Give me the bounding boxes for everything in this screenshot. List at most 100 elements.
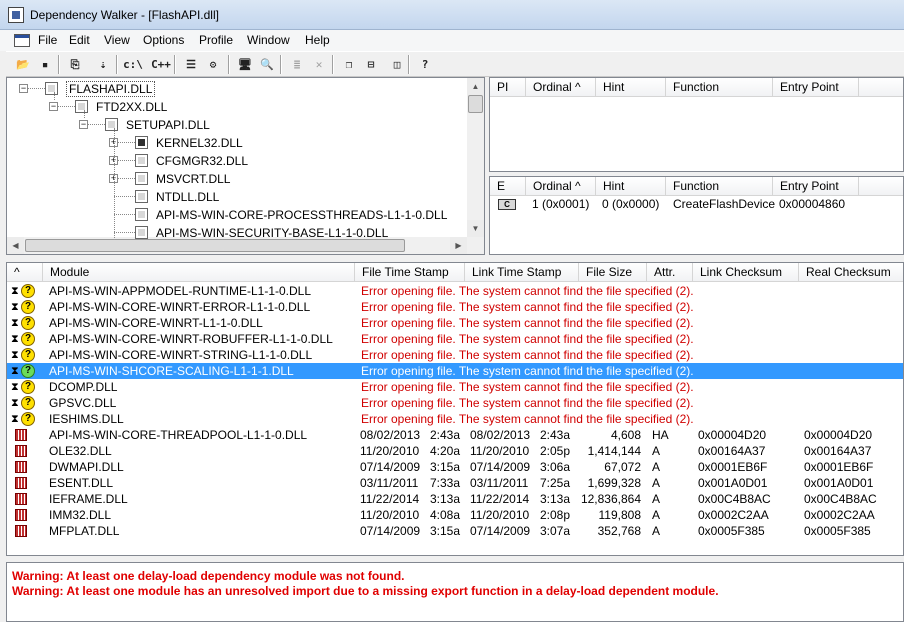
menu-profile[interactable]: Profile [199, 33, 233, 47]
module-list[interactable]: ^ Module File Time Stamp Link Time Stamp… [6, 262, 904, 556]
app-icon[interactable] [8, 7, 24, 23]
scroll-right-arrow-icon[interactable]: ▶ [450, 237, 467, 254]
tree-node[interactable]: MSVCRT.DLL [135, 170, 230, 187]
cascade-icon[interactable]: ❐ [338, 54, 360, 75]
menu-help[interactable]: Help [305, 33, 330, 47]
module-name: API-MS-WIN-CORE-WINRT-ERROR-L1-1-0.DLL [49, 300, 311, 314]
col-real-checksum[interactable]: Real Checksum [799, 263, 903, 282]
col-ordinal[interactable]: Ordinal ^ [526, 78, 596, 97]
module-row[interactable]: ⧗? API-MS-WIN-APPMODEL-RUNTIME-L1-1-0.DLL… [7, 283, 903, 299]
exports-pane[interactable]: E Ordinal ^ Hint Function Entry Point C … [489, 176, 904, 255]
collapse-node-icon[interactable]: − [79, 120, 88, 129]
tile-horizontal-icon[interactable]: ⊟ [360, 54, 382, 75]
mdi-window-icon[interactable] [14, 34, 30, 47]
module-row[interactable]: API-MS-WIN-CORE-THREADPOOL-L1-1-0.DLL 08/… [7, 427, 903, 443]
col-e[interactable]: E [490, 177, 526, 196]
module-row[interactable]: ⧗? API-MS-WIN-CORE-WINRT-STRING-L1-1-0.DL… [7, 347, 903, 363]
tree-node[interactable]: SETUPAPI.DLL [105, 116, 210, 133]
log-pane[interactable]: Warning: At least one delay-load depende… [6, 562, 904, 622]
real-checksum: 0x001A0D01 [804, 476, 874, 490]
menu-view[interactable]: View [104, 33, 130, 47]
module-list-header: ^ Module File Time Stamp Link Time Stamp… [7, 263, 903, 282]
scroll-up-arrow-icon[interactable]: ▲ [467, 78, 484, 95]
delay-load-icon: ⧗ [11, 380, 19, 393]
col-file-size[interactable]: File Size [579, 263, 647, 282]
tree-node[interactable]: API-MS-WIN-CORE-PROCESSTHREADS-L1-1-0.DL… [135, 206, 447, 223]
parent-imports-pane[interactable]: PI Ordinal ^ Hint Function Entry Point [489, 77, 904, 172]
file-date: 07/14/2009 [360, 524, 421, 538]
find-icon[interactable]: 🔍 [256, 54, 278, 75]
col-function[interactable]: Function [666, 177, 773, 196]
menu-bar: File Edit View Options Profile Window He… [0, 30, 904, 51]
delay-load-icon: ⧗ [11, 300, 19, 313]
module-name: IEFRAME.DLL [49, 492, 128, 506]
module-row[interactable]: OLE32.DLL 11/20/2010 4:20a 11/20/2010 2:05p 1… [7, 443, 903, 459]
error-message: Error opening file. The system cannot fi… [361, 380, 694, 394]
save-icon[interactable]: ▪ [34, 54, 56, 75]
attributes: A [652, 460, 661, 474]
title-bar[interactable]: Dependency Walker - [FlashAPI.dll] [0, 0, 904, 30]
system-info-icon[interactable]: 🖥 [234, 54, 256, 75]
help-icon[interactable]: ? [414, 54, 436, 75]
configure-icon[interactable]: ⚙ [202, 54, 224, 75]
tree-node[interactable]: FTD2XX.DLL [75, 98, 167, 115]
module-row[interactable]: ESENT.DLL 03/11/2011 7:33a 03/11/2011 7:25a 1… [7, 475, 903, 491]
col-attr[interactable]: Attr. [647, 263, 693, 282]
col-function[interactable]: Function [666, 78, 773, 97]
expand-icon[interactable]: ⇣ [92, 54, 114, 75]
menu-options[interactable]: Options [143, 33, 184, 47]
full-paths-button[interactable]: c:\ [122, 54, 144, 75]
attributes: A [652, 524, 661, 538]
col-entry-point[interactable]: Entry Point [773, 177, 859, 196]
module-row[interactable]: DWMAPI.DLL 07/14/2009 3:15a 07/14/2009 3:06a… [7, 459, 903, 475]
tree-node[interactable]: API-MS-WIN-SECURITY-BASE-L1-1-0.DLL [135, 224, 388, 241]
module-row[interactable]: ⧗? GPSVC.DLL Error opening file. The syste… [7, 395, 903, 411]
menu-edit[interactable]: Edit [69, 33, 90, 47]
next-icon[interactable]: ✕ [308, 54, 330, 75]
menu-window[interactable]: Window [247, 33, 290, 47]
module-name: IMM32.DLL [49, 508, 112, 522]
tile-vertical-icon[interactable]: ◫ [386, 54, 408, 75]
col-file-time-stamp[interactable]: File Time Stamp [355, 263, 465, 282]
module-row[interactable]: ⧗? API-MS-WIN-SHCORE-SCALING-L1-1-1.DLL Er… [7, 363, 903, 379]
col-link-checksum[interactable]: Link Checksum [693, 263, 799, 282]
col-hint[interactable]: Hint [596, 78, 666, 97]
module-icon [15, 525, 27, 537]
undecorate-button[interactable]: C++ [150, 54, 172, 75]
module-row[interactable]: ⧗? API-MS-WIN-CORE-WINRT-ROBUFFER-L1-1-0.… [7, 331, 903, 347]
module-row[interactable]: IMM32.DLL 11/20/2010 4:08a 11/20/2010 2:08p 1… [7, 507, 903, 523]
col-pi[interactable]: PI [490, 78, 526, 97]
collapse-node-icon[interactable]: − [19, 84, 28, 93]
open-icon[interactable]: 📂 [12, 54, 34, 75]
delay-load-icon: ⧗ [11, 348, 19, 361]
module-row[interactable]: ⧗? API-MS-WIN-CORE-WINRT-L1-1-0.DLL Error … [7, 315, 903, 331]
highlight-match-icon[interactable]: ≣ [286, 54, 308, 75]
tree-node[interactable]: NTDLL.DLL [135, 188, 219, 205]
file-time: 7:33a [429, 476, 460, 490]
scroll-down-arrow-icon[interactable]: ▼ [467, 220, 484, 237]
col-ordinal[interactable]: Ordinal ^ [526, 177, 596, 196]
tree-vertical-scrollbar[interactable]: ▲ ▼ [467, 78, 484, 237]
module-row[interactable]: ⧗? DCOMP.DLL Error opening file. The syste… [7, 379, 903, 395]
properties-icon[interactable]: ☰ [180, 54, 202, 75]
col-sort[interactable]: ^ [7, 263, 43, 282]
collapse-node-icon[interactable]: − [49, 102, 58, 111]
export-row[interactable]: C 1 (0x0001) 0 (0x0000) CreateFlashDevic… [490, 196, 903, 213]
tree-node[interactable]: KERNEL32.DLL [135, 134, 243, 151]
module-dependency-tree[interactable]: ▲ ▼ ◀ ▶ FLASHAPI.DLL − FTD2XX.DLL − SETUPAPI… [6, 77, 485, 255]
module-row[interactable]: IEFRAME.DLL 11/22/2014 3:13a 11/22/2014 3:13… [7, 491, 903, 507]
module-row[interactable]: MFPLAT.DLL 07/14/2009 3:15a 07/14/2009 3:07a… [7, 523, 903, 539]
menu-file[interactable]: File [38, 33, 57, 47]
col-entry-point[interactable]: Entry Point [773, 78, 859, 97]
module-icon [15, 461, 27, 473]
tree-node[interactable]: FLASHAPI.DLL [45, 80, 156, 97]
copy-icon[interactable]: ⎘ [64, 54, 86, 75]
tree-node[interactable]: CFGMGR32.DLL [135, 152, 248, 169]
module-row[interactable]: ⧗? API-MS-WIN-CORE-WINRT-ERROR-L1-1-0.DLL… [7, 299, 903, 315]
col-module[interactable]: Module [43, 263, 355, 282]
col-link-time-stamp[interactable]: Link Time Stamp [465, 263, 579, 282]
scroll-left-arrow-icon[interactable]: ◀ [7, 237, 24, 254]
tree-scroll-thumb[interactable] [468, 95, 483, 113]
col-hint[interactable]: Hint [596, 177, 666, 196]
module-row[interactable]: ⧗? IESHIMS.DLL Error opening file. The sys… [7, 411, 903, 427]
